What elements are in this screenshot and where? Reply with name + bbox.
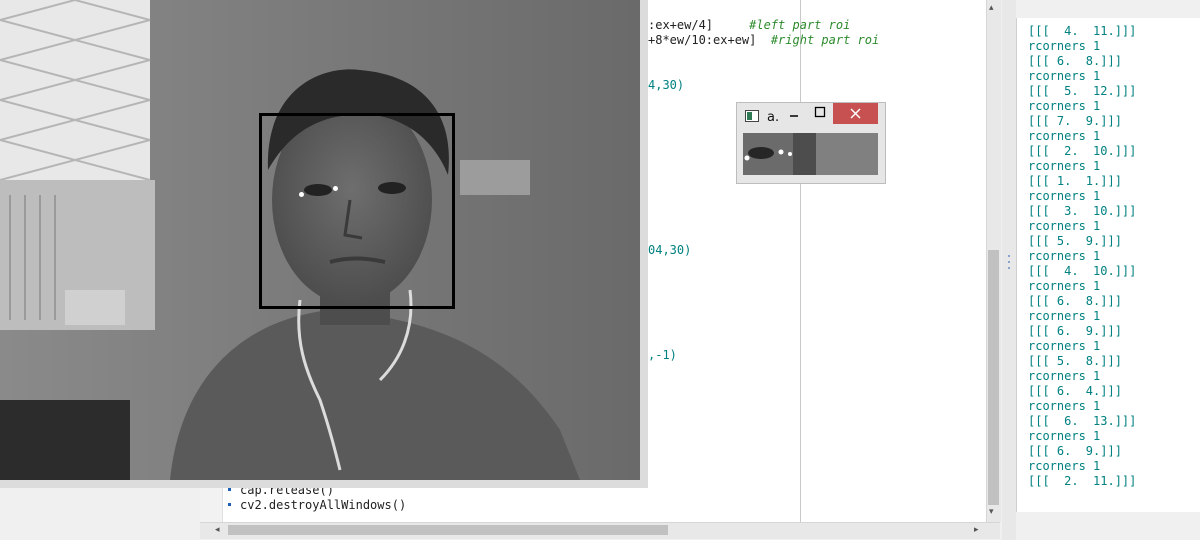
editor-vertical-scroll-thumb[interactable]	[988, 250, 999, 505]
console-line: rcorners 1	[1028, 399, 1101, 413]
console-line: [[[ 5. 9.]]]	[1028, 234, 1122, 248]
webcam-frame-image	[0, 0, 640, 480]
console-line: [[[ 6. 8.]]]	[1028, 54, 1122, 68]
eye-corner-marker	[299, 192, 304, 197]
console-line: [[[ 2. 10.]]]	[1028, 144, 1137, 158]
console-line: rcorners 1	[1028, 39, 1101, 53]
code-line-destroy-windows[interactable]: cv2.destroyAllWindows()	[240, 498, 406, 512]
console-line: rcorners 1	[1028, 69, 1101, 83]
console-line: [[[ 6. 8.]]]	[1028, 294, 1122, 308]
scroll-left-icon[interactable]: ◂	[215, 525, 220, 535]
close-icon	[850, 108, 861, 119]
console-line: rcorners 1	[1028, 459, 1101, 473]
scroll-right-icon[interactable]: ▸	[974, 525, 979, 535]
app-window-icon	[745, 110, 759, 122]
console-line: [[[ 4. 10.]]]	[1028, 264, 1137, 278]
eye-roi-window-title: a.	[767, 110, 780, 125]
console-line: rcorners 1	[1028, 339, 1101, 353]
console-line: [[[ 5. 12.]]]	[1028, 84, 1137, 98]
code-line-fragment[interactable]: 4,30)	[648, 78, 684, 92]
face-detection-box	[259, 113, 455, 309]
code-text: 4,30)	[648, 78, 685, 92]
code-comment: #right part roi	[770, 33, 880, 47]
console-line: [[[ 5. 8.]]]	[1028, 354, 1122, 368]
console-line: rcorners 1	[1028, 189, 1101, 203]
console-line: rcorners 1	[1028, 309, 1101, 323]
eye-roi-image	[743, 133, 878, 175]
minimize-icon[interactable]	[788, 110, 800, 122]
console-line: rcorners 1	[1028, 219, 1101, 233]
code-text: +8*ew/10:ex+ew]	[648, 33, 757, 47]
pane-splitter[interactable]	[1002, 0, 1016, 540]
close-button[interactable]	[833, 103, 878, 124]
code-text: ,-1)	[648, 348, 677, 362]
console-line: rcorners 1	[1028, 129, 1101, 143]
code-comment: #left part roi	[749, 18, 851, 32]
code-line-right-roi[interactable]: +8*ew/10:ex+ew] #right part roi	[648, 33, 879, 47]
editor-horizontal-scroll-thumb[interactable]	[228, 525, 668, 535]
scroll-up-icon[interactable]: ▴	[989, 3, 994, 13]
console-line: rcorners 1	[1028, 159, 1101, 173]
console-line: [[[ 3. 10.]]]	[1028, 204, 1137, 218]
console-line: rcorners 1	[1028, 249, 1101, 263]
console-line: rcorners 1	[1028, 99, 1101, 113]
console-line: [[[ 6. 13.]]]	[1028, 414, 1137, 428]
console-line: [[[ 4. 11.]]]	[1028, 24, 1137, 38]
eye-corner-marker	[333, 186, 338, 191]
code-line-fragment[interactable]: ,-1)	[648, 348, 677, 362]
console-line: [[[ 1. 1.]]]	[1028, 174, 1122, 188]
code-text: :ex+ew/4]	[648, 18, 714, 32]
line-marker-icon	[228, 488, 231, 491]
console-line: [[[ 6. 9.]]]	[1028, 444, 1122, 458]
console-line: rcorners 1	[1028, 429, 1101, 443]
scroll-down-icon[interactable]: ▾	[989, 507, 994, 517]
code-line-left-roi[interactable]: :ex+ew/4] #left part roi	[648, 18, 850, 32]
console-line: rcorners 1	[1028, 369, 1101, 383]
console-line: rcorners 1	[1028, 279, 1101, 293]
maximize-icon[interactable]	[814, 106, 826, 118]
code-line-fragment[interactable]: 04,30)	[648, 243, 691, 257]
console-line: [[[ 2. 11.]]]	[1028, 474, 1137, 488]
camera-frame-window[interactable]	[0, 0, 648, 488]
line-marker-icon	[228, 503, 231, 506]
code-text: 04,30)	[648, 243, 692, 257]
console-line: [[[ 7. 9.]]]	[1028, 114, 1122, 128]
console-line: [[[ 6. 9.]]]	[1028, 324, 1122, 338]
editor-edge-line	[800, 0, 801, 522]
console-line: [[[ 6. 4.]]]	[1028, 384, 1122, 398]
